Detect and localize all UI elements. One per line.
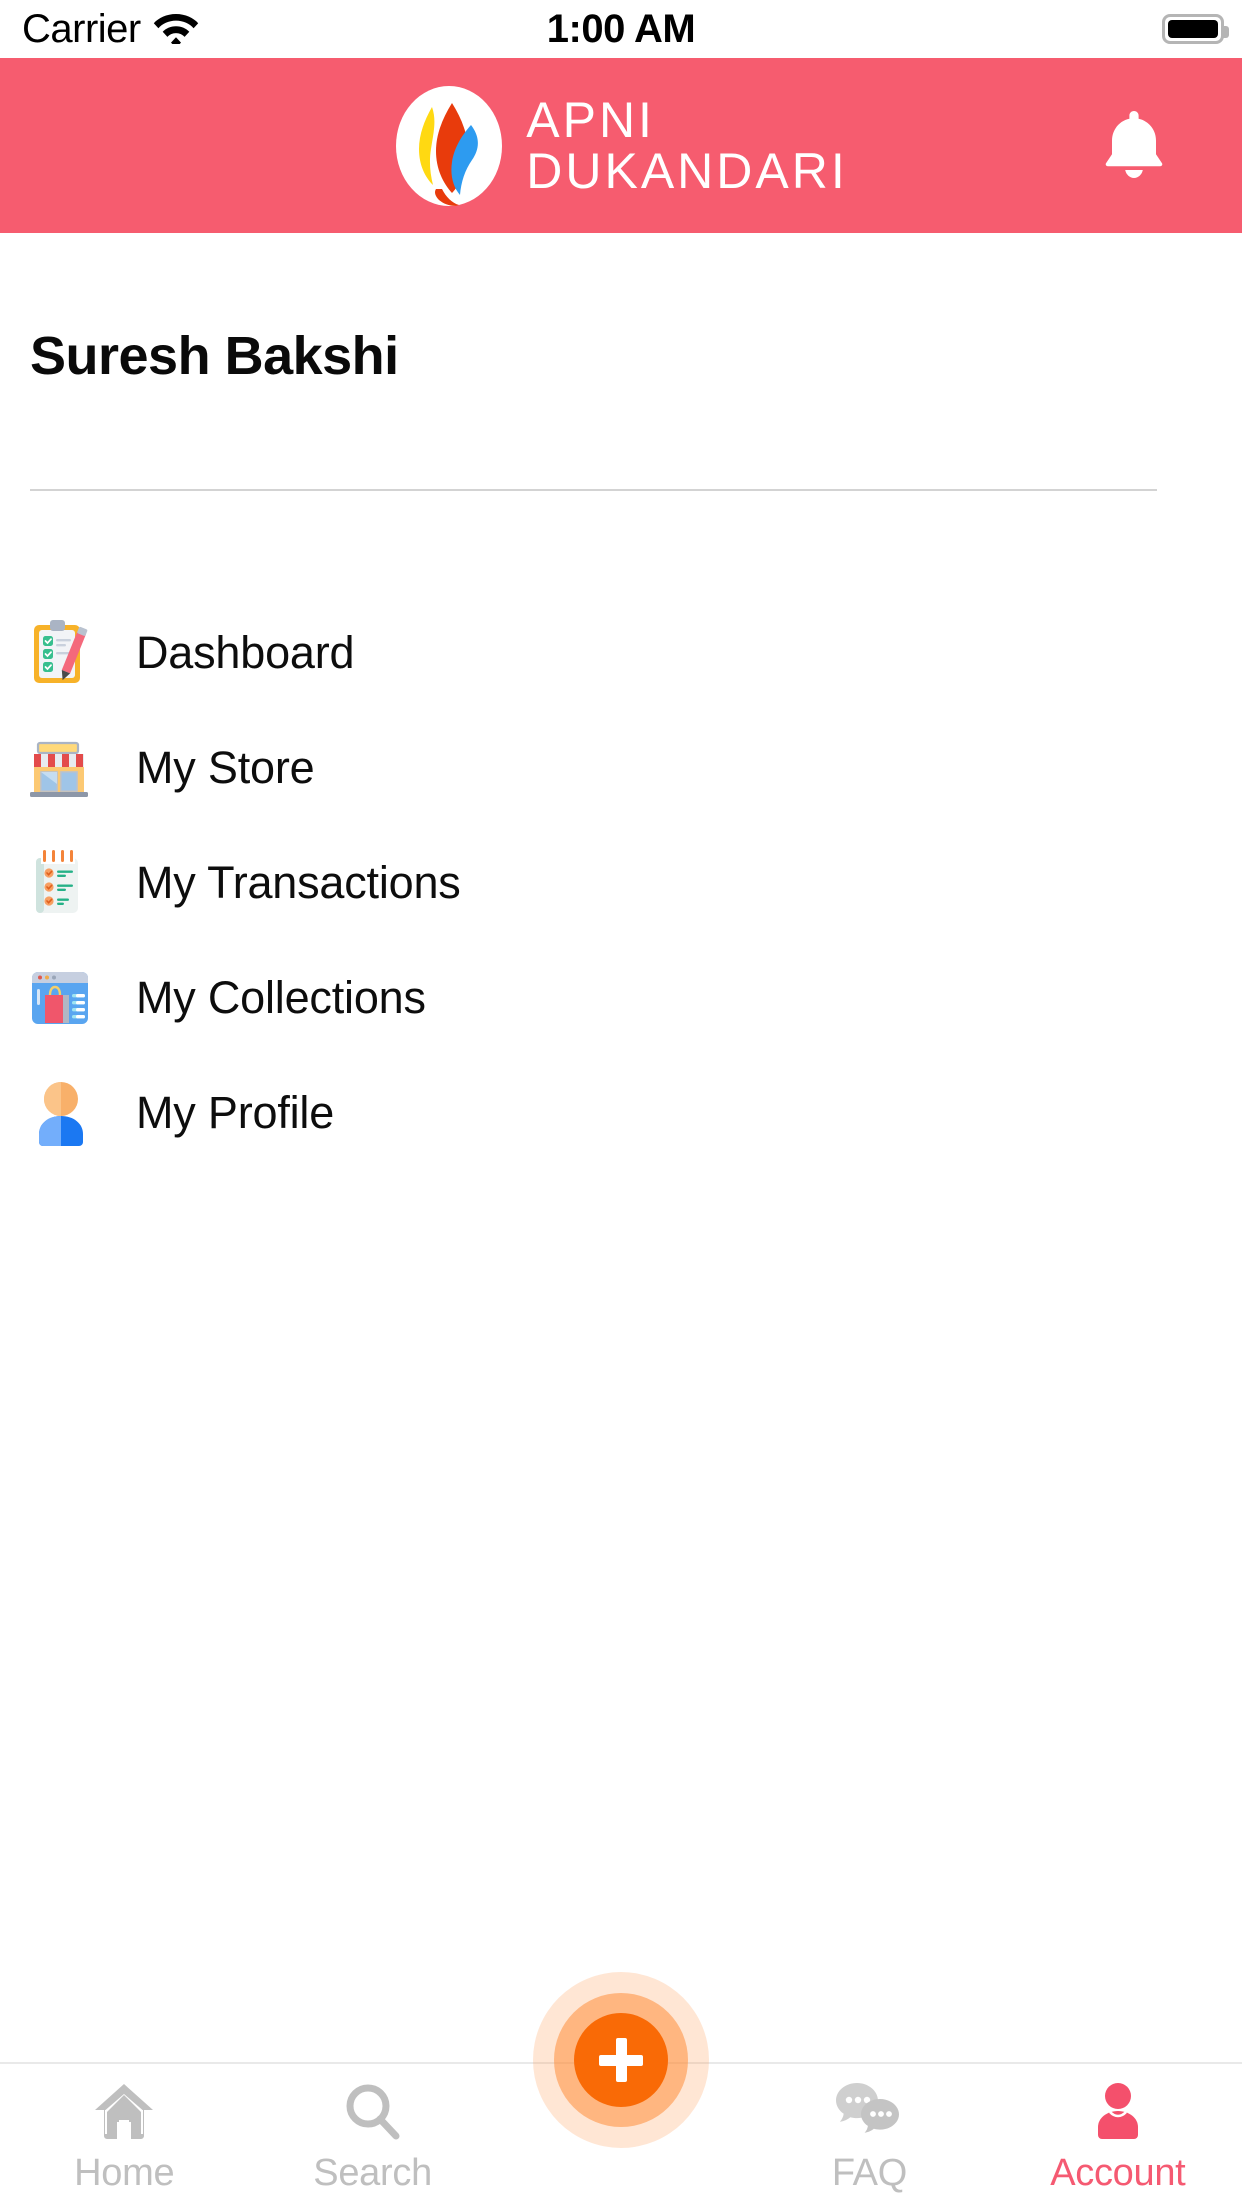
divider (30, 489, 1157, 491)
battery-full-icon (1162, 14, 1229, 44)
search-icon (343, 2078, 403, 2144)
menu-item-my-collections[interactable]: My Collections (0, 940, 1242, 1055)
menu-item-dashboard[interactable]: Dashboard (0, 595, 1242, 710)
status-bar-center: 1:00 AM (0, 0, 1242, 58)
notepad-checklist-icon (30, 848, 92, 918)
shopping-bag-window-icon (30, 963, 92, 1033)
tab-home[interactable]: Home (0, 2064, 248, 2208)
brand-line-1: APNI (526, 91, 655, 148)
tab-account[interactable]: Account (994, 2064, 1242, 2208)
apni-dukandari-flame-logo (394, 85, 504, 207)
person-avatar-icon (30, 1078, 92, 1148)
tab-label: Home (74, 2152, 175, 2194)
menu-item-my-transactions[interactable]: My Transactions (0, 825, 1242, 940)
tab-search[interactable]: Search (248, 2064, 496, 2208)
tab-faq[interactable]: FAQ (745, 2064, 993, 2208)
menu-item-label: My Store (136, 741, 315, 793)
tab-label: Account (1050, 2152, 1186, 2194)
floating-action-button-wrapper (533, 1972, 709, 2148)
menu-item-my-store[interactable]: My Store (0, 710, 1242, 825)
tab-label: Search (313, 2152, 432, 2194)
plus-icon-vertical (615, 2038, 627, 2082)
tab-label: FAQ (831, 2152, 907, 2194)
clock-label: 1:00 AM (546, 6, 696, 51)
menu-item-label: My Transactions (136, 856, 461, 908)
notification-bell-button[interactable] (1098, 108, 1170, 184)
bell-icon (1101, 107, 1167, 184)
storefront-icon (30, 733, 92, 803)
brand-lockup: APNI DUKANDARI (394, 85, 847, 207)
app-screen: Carrier 1:00 AM APNI DUKANDARI Suresh Ba… (0, 0, 1242, 2208)
menu-item-label: My Profile (136, 1086, 335, 1138)
person-icon (1091, 2078, 1145, 2144)
page-title: Suresh Bakshi (30, 326, 399, 386)
menu-item-label: My Collections (136, 971, 426, 1023)
account-menu-list: Dashboard My Store My Transactions My Co… (0, 595, 1242, 1170)
status-bar-right (1162, 0, 1229, 58)
add-button[interactable] (574, 2013, 668, 2107)
menu-item-my-profile[interactable]: My Profile (0, 1055, 1242, 1170)
menu-item-label: Dashboard (136, 626, 355, 678)
brand-line-2: DUKANDARI (526, 142, 848, 199)
chat-bubbles-icon (834, 2078, 904, 2144)
brand-name: APNI DUKANDARI (526, 91, 848, 199)
app-header: APNI DUKANDARI (0, 58, 1242, 233)
home-icon (93, 2078, 155, 2144)
clipboard-checklist-icon (30, 618, 92, 688)
status-bar: Carrier 1:00 AM (0, 0, 1242, 58)
